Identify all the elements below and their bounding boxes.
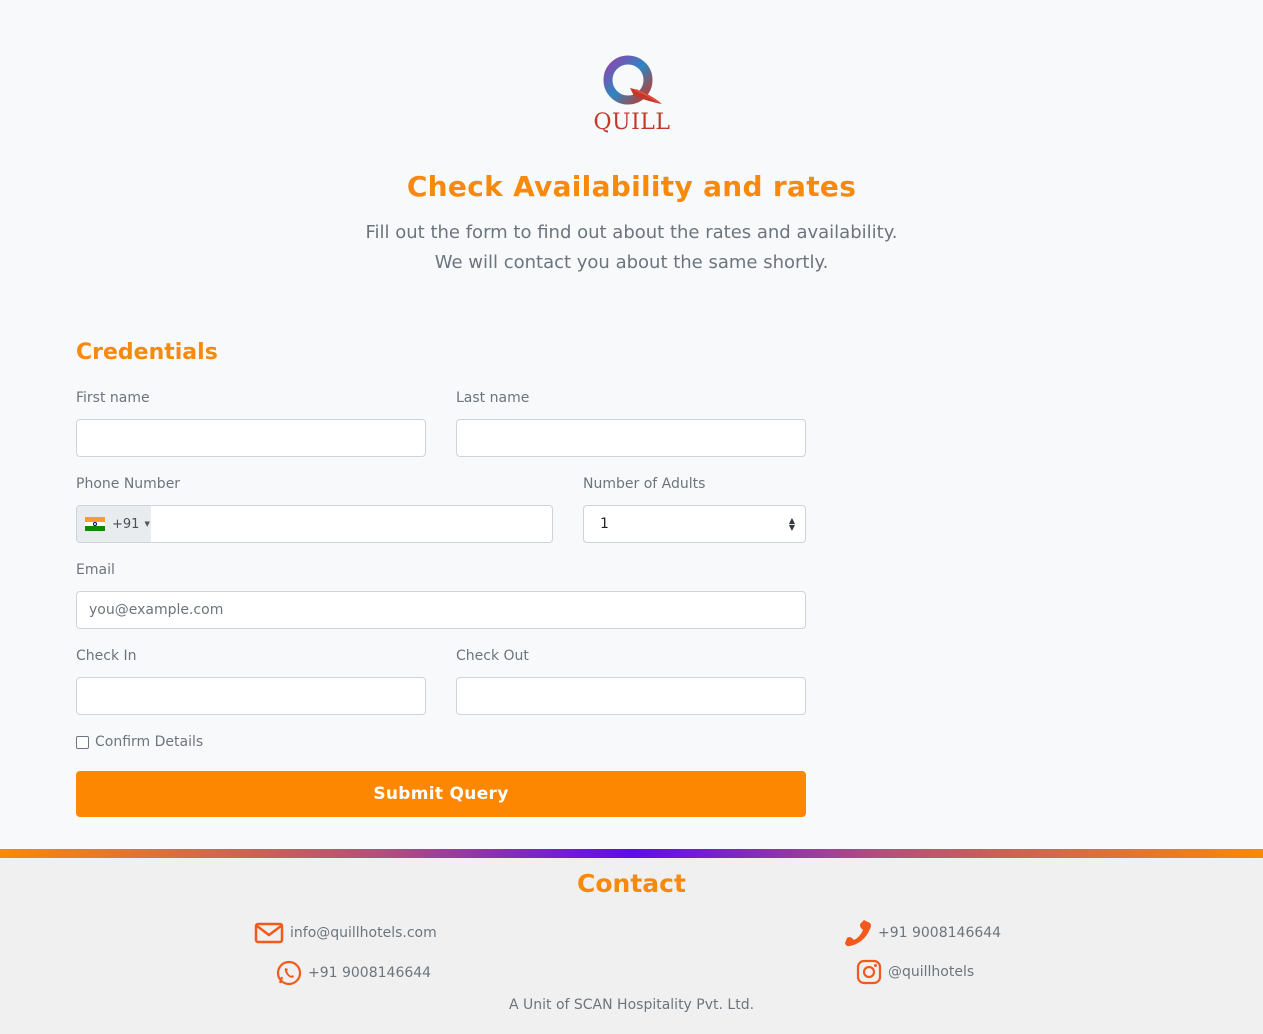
- confirm-details-row: Confirm Details: [76, 734, 203, 750]
- check-in-input[interactable]: [76, 677, 426, 715]
- subtitle-line-1: Fill out the form to find out about the …: [365, 222, 898, 243]
- last-name-input[interactable]: [456, 419, 806, 457]
- country-code-selector[interactable]: +91 ▼: [77, 506, 151, 542]
- instagram-icon: [856, 959, 882, 985]
- subtitle-line-2: We will contact you about the same short…: [434, 252, 829, 273]
- email-input[interactable]: [76, 591, 806, 629]
- select-arrows-icon: ▲ ▼: [788, 516, 795, 532]
- company-text: A Unit of SCAN Hospitality Pvt. Ltd.: [508, 997, 755, 1013]
- adults-select[interactable]: 1 ▲ ▼: [583, 505, 806, 543]
- footer: Contact info@quillhotels.com +91 9008146…: [0, 849, 1263, 1034]
- last-name-label: Last name: [456, 390, 530, 406]
- caret-down-icon: ▼: [144, 520, 150, 528]
- confirm-details-label[interactable]: Confirm Details: [95, 734, 203, 750]
- contact-email-text[interactable]: info@quillhotels.com: [290, 925, 437, 941]
- contact-email[interactable]: info@quillhotels.com: [254, 921, 437, 945]
- page-subtitle: Fill out the form to find out about the …: [0, 218, 1263, 278]
- adults-selected-value: 1: [600, 516, 609, 532]
- section-title: Credentials: [76, 340, 218, 365]
- phone-icon: [845, 920, 871, 947]
- contact-instagram-text[interactable]: @quillhotels: [888, 964, 974, 980]
- contact-whatsapp-text[interactable]: +91 9008146644: [308, 965, 431, 981]
- logo-text: QUILL: [593, 110, 671, 135]
- contact-title: Contact: [577, 869, 686, 898]
- first-name-input[interactable]: [76, 419, 426, 457]
- contact-phone[interactable]: +91 9008146644: [844, 919, 1001, 947]
- footer-gradient-bar: [0, 849, 1263, 858]
- phone-field: +91 ▼: [76, 505, 553, 543]
- page-title: Check Availability and rates: [406, 170, 857, 203]
- envelope-icon: [254, 922, 284, 944]
- check-out-label: Check Out: [456, 648, 529, 664]
- whatsapp-icon: [276, 960, 302, 986]
- quill-logo-icon: [603, 55, 662, 105]
- adults-label: Number of Adults: [583, 476, 706, 492]
- india-flag-icon: [85, 517, 105, 531]
- check-in-label: Check In: [76, 648, 137, 664]
- first-name-label: First name: [76, 390, 150, 406]
- contact-whatsapp[interactable]: +91 9008146644: [276, 960, 431, 986]
- submit-button[interactable]: Submit Query: [76, 771, 806, 817]
- email-label: Email: [76, 562, 115, 578]
- quill-logo: QUILL: [590, 52, 674, 144]
- phone-label: Phone Number: [76, 476, 181, 492]
- contact-phone-text[interactable]: +91 9008146644: [878, 925, 1001, 941]
- dial-code: +91: [112, 516, 140, 532]
- confirm-details-checkbox[interactable]: [76, 735, 89, 749]
- phone-input[interactable]: [151, 506, 552, 542]
- contact-instagram[interactable]: @quillhotels: [856, 959, 974, 985]
- check-out-input[interactable]: [456, 677, 806, 715]
